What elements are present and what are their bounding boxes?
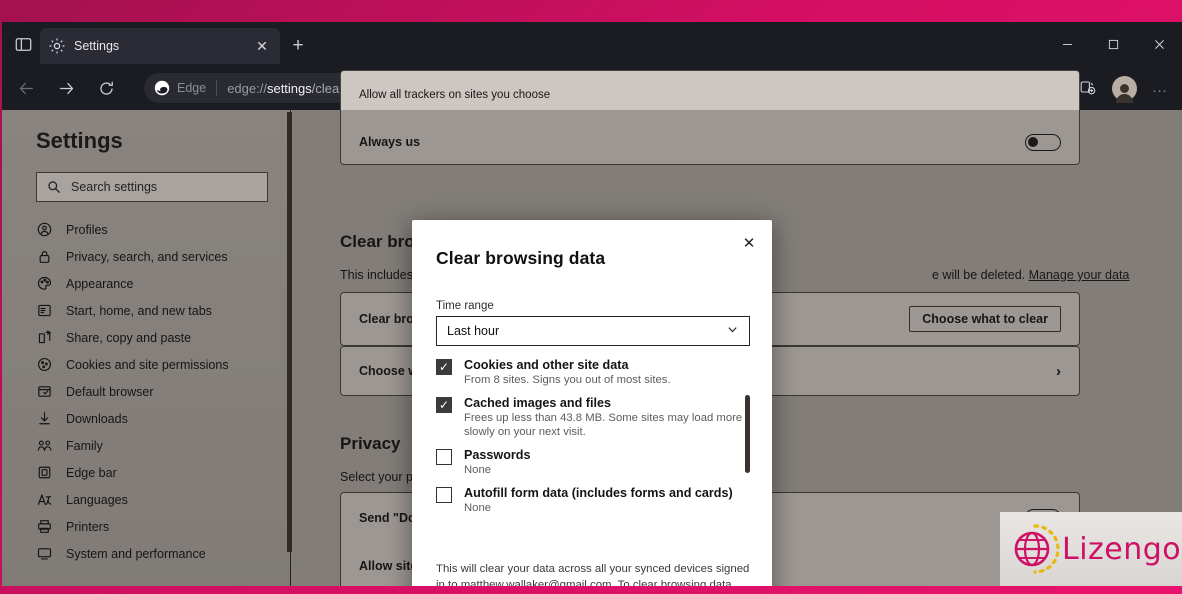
tracker-row-label: Allow all trackers on sites you choose [359,89,551,101]
new-tab-button[interactable]: + [286,34,310,58]
minimize-button[interactable] [1044,22,1090,66]
checkbox-item[interactable]: ✓ Cookies and other site data From 8 sites… [436,358,750,387]
browser-tab-settings[interactable]: Settings ✕ [40,28,280,64]
dialog-scrollbar-thumb[interactable] [745,395,750,473]
browser-window: Settings ✕ + Edge edge://settings … Sett… [2,22,1182,586]
url-prefix: edge:// [227,80,267,96]
globe-logo [1014,524,1060,574]
checkbox-label: Cookies and other site data [464,358,629,372]
settings-page: Settings Search settings Profiles Privacy… [2,70,1182,586]
checkbox-unchecked-icon[interactable] [436,487,452,504]
edge-logo-icon [154,80,170,96]
checkbox-description: None [464,502,492,515]
maximize-button[interactable] [1090,22,1136,66]
refresh-button[interactable] [90,72,122,104]
omnibox-divider [216,80,218,96]
tab-strip: Settings ✕ + [2,22,1182,66]
watermark-text: Lizengo [1062,531,1182,567]
tab-actions-icon[interactable] [8,30,38,58]
checkbox-unchecked-icon[interactable] [436,449,452,466]
checkbox-checked-icon[interactable]: ✓ [436,359,452,375]
checkbox-item[interactable]: Autofill form data (includes forms and c… [436,486,750,515]
dialog-title: Clear browsing data [436,248,606,268]
checkbox-item[interactable]: Passwords None [436,448,750,477]
url-host: settings [266,80,312,96]
checkbox-label: Passwords [464,448,531,463]
checkbox-checked-icon[interactable]: ✓ [436,397,452,414]
time-range-value: Last hour [447,324,500,338]
forward-button[interactable] [50,72,82,104]
checkbox-description: From 8 sites. Signs you out of most site… [464,374,671,386]
data-type-checkbox-list: ✓ Cookies and other site data From 8 sites… [436,358,750,550]
sync-note-text: This will clear your data across all you… [436,563,750,586]
lizengo-watermark: Lizengo [1000,512,1182,586]
sync-note: This will clear your data across all you… [436,562,750,586]
checkbox-label: Autofill form data (includes forms and c… [464,486,733,501]
time-range-select[interactable]: Last hour [436,316,750,346]
chevron-down-icon [726,323,739,339]
avatar[interactable] [1109,73,1139,103]
clear-browsing-data-dialog: ✕ Clear browsing data Time range Last ho… [412,220,772,586]
tab-title: Settings [74,39,120,53]
close-button[interactable] [1136,22,1182,66]
checkbox-label: Cached images and files [464,396,611,411]
more-settings-icon[interactable]: … [1145,73,1175,103]
edge-brand-badge: Edge [154,80,206,96]
checkbox-description: None [464,464,492,477]
back-button[interactable] [10,72,42,104]
dialog-close-icon[interactable]: ✕ [736,230,762,256]
time-range-label: Time range [436,300,494,312]
edge-label: Edge [177,81,207,95]
tab-close-icon[interactable]: ✕ [252,36,272,56]
gear-favicon [48,37,66,55]
checkbox-item[interactable]: ✓ Cached images and files Frees up less th… [436,396,750,439]
window-controls [1044,22,1182,66]
checkbox-description: Frees up less than 43.8 MB. Some sites m… [464,412,743,439]
outer-frame: Settings ✕ + Edge edge://settings … Sett… [0,0,1182,594]
